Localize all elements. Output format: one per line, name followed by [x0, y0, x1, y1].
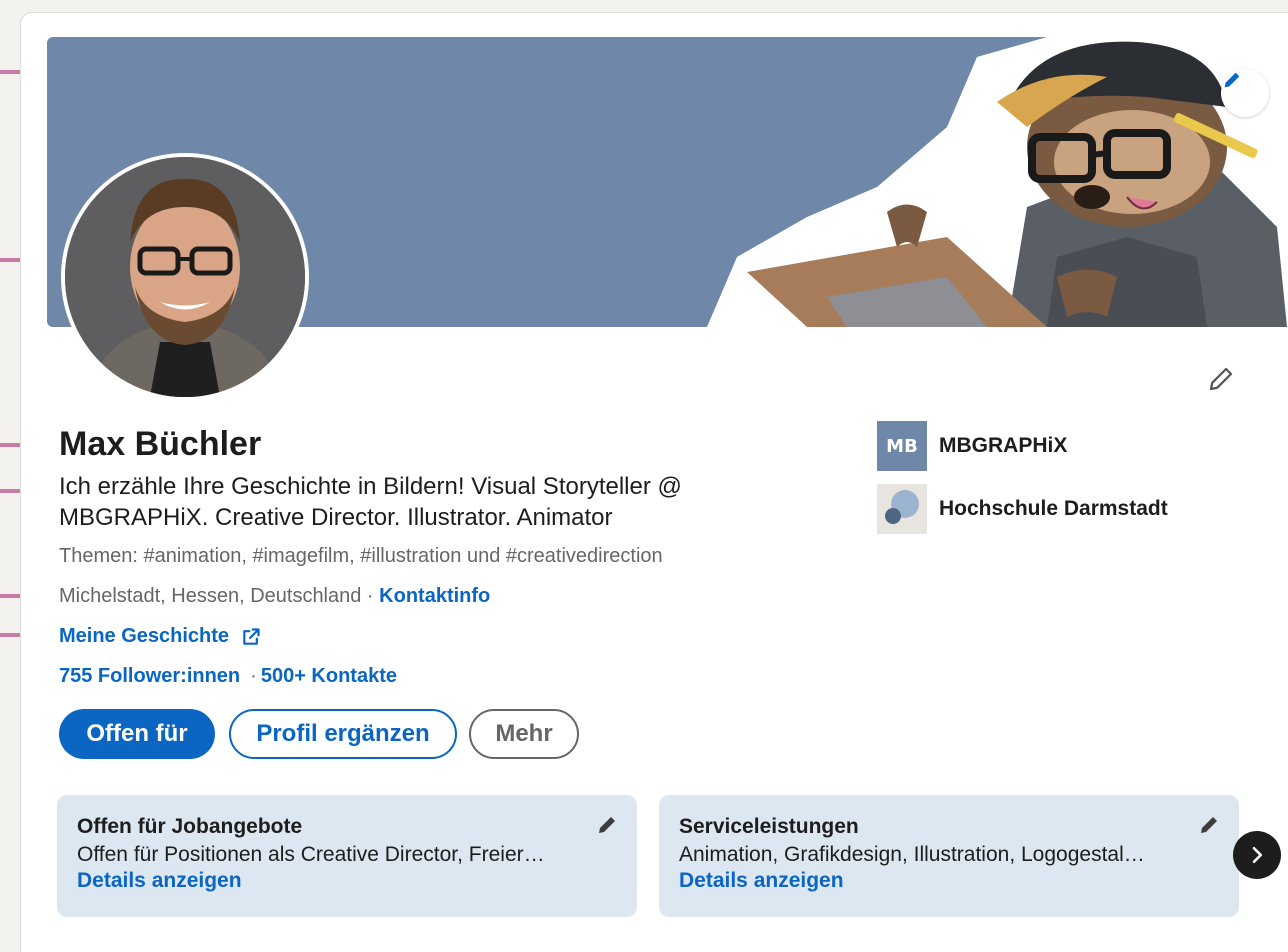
hochschule-logo	[877, 484, 927, 534]
feature-edit-button[interactable]	[595, 813, 619, 842]
mbgraphix-logo: MB	[877, 421, 927, 471]
avatar-image	[65, 157, 305, 397]
website-link-label: Meine Geschichte	[59, 625, 230, 647]
feature-title: Serviceleistungen	[679, 815, 859, 838]
profile-edit-button[interactable]	[1201, 359, 1241, 399]
stats-separator: ·	[250, 665, 257, 687]
carousel-next-button[interactable]	[1233, 831, 1281, 879]
feature-edit-button[interactable]	[1197, 813, 1221, 842]
chevron-right-icon	[1252, 846, 1263, 864]
org-hochschule-darmstadt[interactable]: Hochschule Darmstadt	[877, 484, 1168, 534]
profile-name: Max Büchler	[59, 425, 262, 463]
location-text: Michelstadt, Hessen, Deutschland	[59, 585, 362, 607]
profile-themes: Themen: #animation, #imagefilm, #illustr…	[59, 545, 663, 567]
website-link[interactable]: Meine Geschichte	[59, 625, 261, 648]
profile-headline: Ich erzähle Ihre Geschichte in Bildern! …	[59, 473, 682, 531]
pencil-icon	[1209, 367, 1233, 391]
feature-card-services[interactable]: Serviceleistungen Animation, Grafikdesig…	[659, 795, 1239, 917]
followers-link[interactable]: 755 Follower:innen	[59, 665, 240, 687]
feature-details-link[interactable]: Details anzeigen	[679, 869, 1219, 893]
open-to-button[interactable]: Offen für	[59, 709, 215, 759]
org-mbgraphix[interactable]: MB MBGRAPHiX	[877, 421, 1067, 471]
pencil-icon	[599, 817, 615, 833]
feature-title: Offen für Jobangebote	[77, 815, 303, 838]
org-name: Hochschule Darmstadt	[939, 497, 1168, 520]
banner-edit-button[interactable]	[1221, 69, 1269, 117]
feature-card-open-to-work[interactable]: Offen für Jobangebote Offen für Position…	[57, 795, 637, 917]
profile-photo[interactable]	[61, 153, 309, 401]
network-stats: 755 Follower:innen · 500+ Kontakte	[59, 665, 397, 688]
org-name: MBGRAPHiX	[939, 434, 1068, 457]
complete-profile-button[interactable]: Profil ergänzen	[229, 709, 457, 759]
more-button[interactable]: Mehr	[469, 709, 579, 759]
location-separator: ·	[361, 585, 380, 607]
feature-details-link[interactable]: Details anzeigen	[77, 869, 617, 893]
profile-location-line: Michelstadt, Hessen, Deutschland · Konta…	[59, 585, 490, 608]
contact-info-link[interactable]: Kontaktinfo	[379, 585, 490, 607]
profile-card: Max Büchler Ich erzähle Ihre Geschichte …	[20, 12, 1288, 952]
external-link-icon	[243, 627, 260, 645]
connections-link[interactable]: 500+ Kontakte	[261, 665, 397, 687]
feature-description: Offen für Positionen als Creative Direct…	[77, 843, 545, 866]
feature-description: Animation, Grafikdesign, Illustration, L…	[679, 843, 1145, 866]
pencil-icon	[1224, 72, 1240, 88]
pencil-icon	[1201, 817, 1217, 833]
